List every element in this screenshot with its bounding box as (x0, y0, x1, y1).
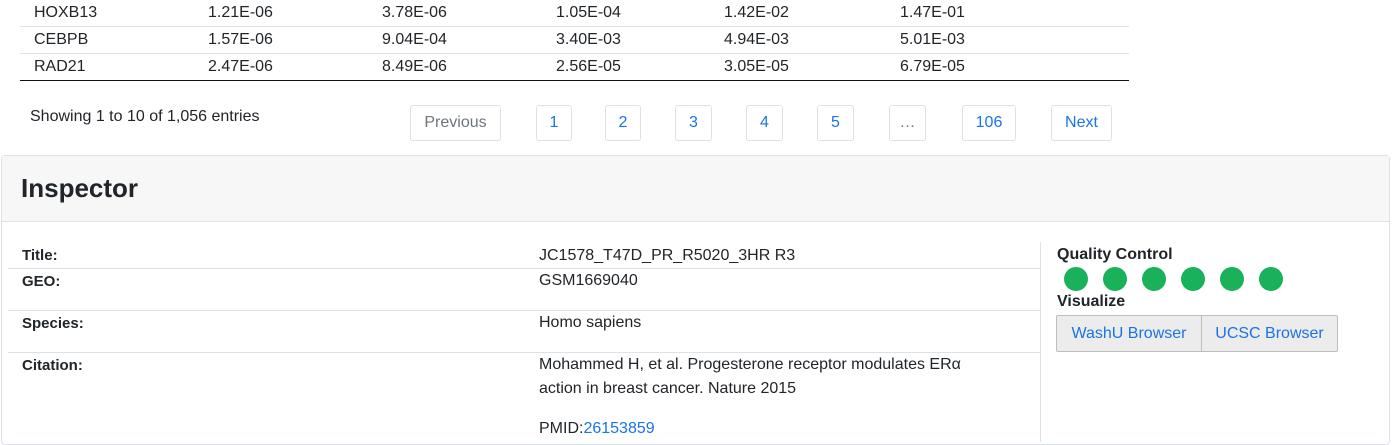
title-label: Title: (22, 247, 58, 264)
results-table: HOXB13 1.21E-06 3.78E-06 1.05E-04 1.42E-… (20, 0, 1129, 81)
value-cell: 5.01E-03 (886, 26, 1129, 54)
value-cell: 1.42E-02 (724, 4, 789, 21)
quality-control-heading: Quality Control (1057, 246, 1173, 263)
page-button-4[interactable]: 4 (746, 105, 783, 141)
page-button-106[interactable]: 106 (962, 105, 1016, 141)
qc-status-dot[interactable] (1103, 267, 1127, 291)
ucsc-browser-button[interactable]: UCSC Browser (1202, 315, 1338, 352)
title-value: JC1578_T47D_PR_R5020_3HR R3 (539, 247, 796, 264)
inspector-header: Inspector (2, 156, 1389, 222)
metadata-row-geo: GEO: GSM1669040 (8, 269, 1041, 311)
value-cell: 8.49E-06 (368, 53, 542, 81)
value-cell: 3.40E-03 (542, 26, 710, 54)
qc-status-dot[interactable] (1064, 267, 1088, 291)
value-cell: 6.79E-05 (886, 53, 1129, 81)
table-row[interactable]: RAD21 2.47E-06 8.49E-06 2.56E-05 3.05E-0… (20, 53, 1129, 81)
qc-status-dot[interactable] (1142, 267, 1166, 291)
quality-control-indicators (1064, 267, 1283, 291)
metadata-table: Title: JC1578_T47D_PR_R5020_3HR R3 GEO: … (8, 243, 1041, 443)
geo-label: GEO: (22, 273, 61, 290)
value-cell: 1.57E-06 (194, 26, 368, 54)
qc-status-dot[interactable] (1259, 267, 1283, 291)
page-button-5[interactable]: 5 (817, 105, 854, 141)
inspector-panel: Inspector Title: JC1578_T47D_PR_R5020_3H… (1, 155, 1390, 445)
table-row[interactable]: CEBPB 1.57E-06 9.04E-04 3.40E-03 4.94E-0… (20, 26, 1129, 54)
value-cell: 1.21E-06 (208, 4, 273, 21)
citation-label: Citation: (22, 357, 83, 374)
browser-button-group: WashU Browser UCSC Browser (1056, 315, 1338, 352)
value-cell: 1.47E-01 (900, 4, 965, 21)
species-label: Species: (22, 315, 84, 332)
page-ellipsis: … (889, 105, 926, 141)
pmid-link[interactable]: 26153859 (583, 420, 654, 437)
value-cell: 3.78E-06 (382, 4, 447, 21)
metadata-row-species: Species: Homo sapiens (8, 311, 1041, 353)
citation-line-1: Mohammed H, et al. Progesterone receptor… (539, 356, 961, 373)
value-cell: 4.94E-03 (710, 26, 886, 54)
washu-browser-button[interactable]: WashU Browser (1056, 315, 1202, 352)
table-info: Showing 1 to 10 of 1,056 entries (30, 108, 260, 125)
table-row[interactable]: HOXB13 1.21E-06 3.78E-06 1.05E-04 1.42E-… (20, 0, 1129, 27)
value-cell: 1.05E-04 (556, 4, 621, 21)
pmid-label: PMID: (539, 420, 584, 437)
metadata-row-citation: Citation: Mohammed H, et al. Progesteron… (8, 353, 1041, 443)
page-button-3[interactable]: 3 (675, 105, 712, 141)
page-button-1[interactable]: 1 (536, 105, 572, 141)
factor-cell: HOXB13 (34, 4, 98, 21)
value-cell: 2.56E-05 (542, 53, 710, 81)
factor-cell: RAD21 (20, 53, 194, 81)
page-button-2[interactable]: 2 (605, 105, 641, 141)
citation-line-2: action in breast cancer. Nature 2015 (539, 380, 797, 397)
geo-link[interactable]: GSM1669040 (539, 272, 638, 290)
metadata-row-title: Title: JC1578_T47D_PR_R5020_3HR R3 (8, 243, 1041, 269)
inspector-title: Inspector (21, 173, 139, 203)
species-value: Homo sapiens (539, 314, 642, 331)
qc-status-dot[interactable] (1181, 267, 1205, 291)
value-cell: 3.05E-05 (710, 53, 886, 81)
value-cell: 2.47E-06 (194, 53, 368, 81)
visualize-heading: Visualize (1057, 293, 1126, 310)
factor-cell: CEBPB (20, 26, 194, 54)
value-cell: 9.04E-04 (368, 26, 542, 54)
results-table-wrapper: HOXB13 1.21E-06 3.78E-06 1.05E-04 1.42E-… (20, 0, 1129, 81)
column-divider (1040, 242, 1041, 442)
next-page-button[interactable]: Next (1051, 105, 1112, 141)
previous-page-button[interactable]: Previous (410, 105, 501, 141)
qc-status-dot[interactable] (1220, 267, 1244, 291)
pmid: PMID:26153859 (539, 420, 655, 438)
